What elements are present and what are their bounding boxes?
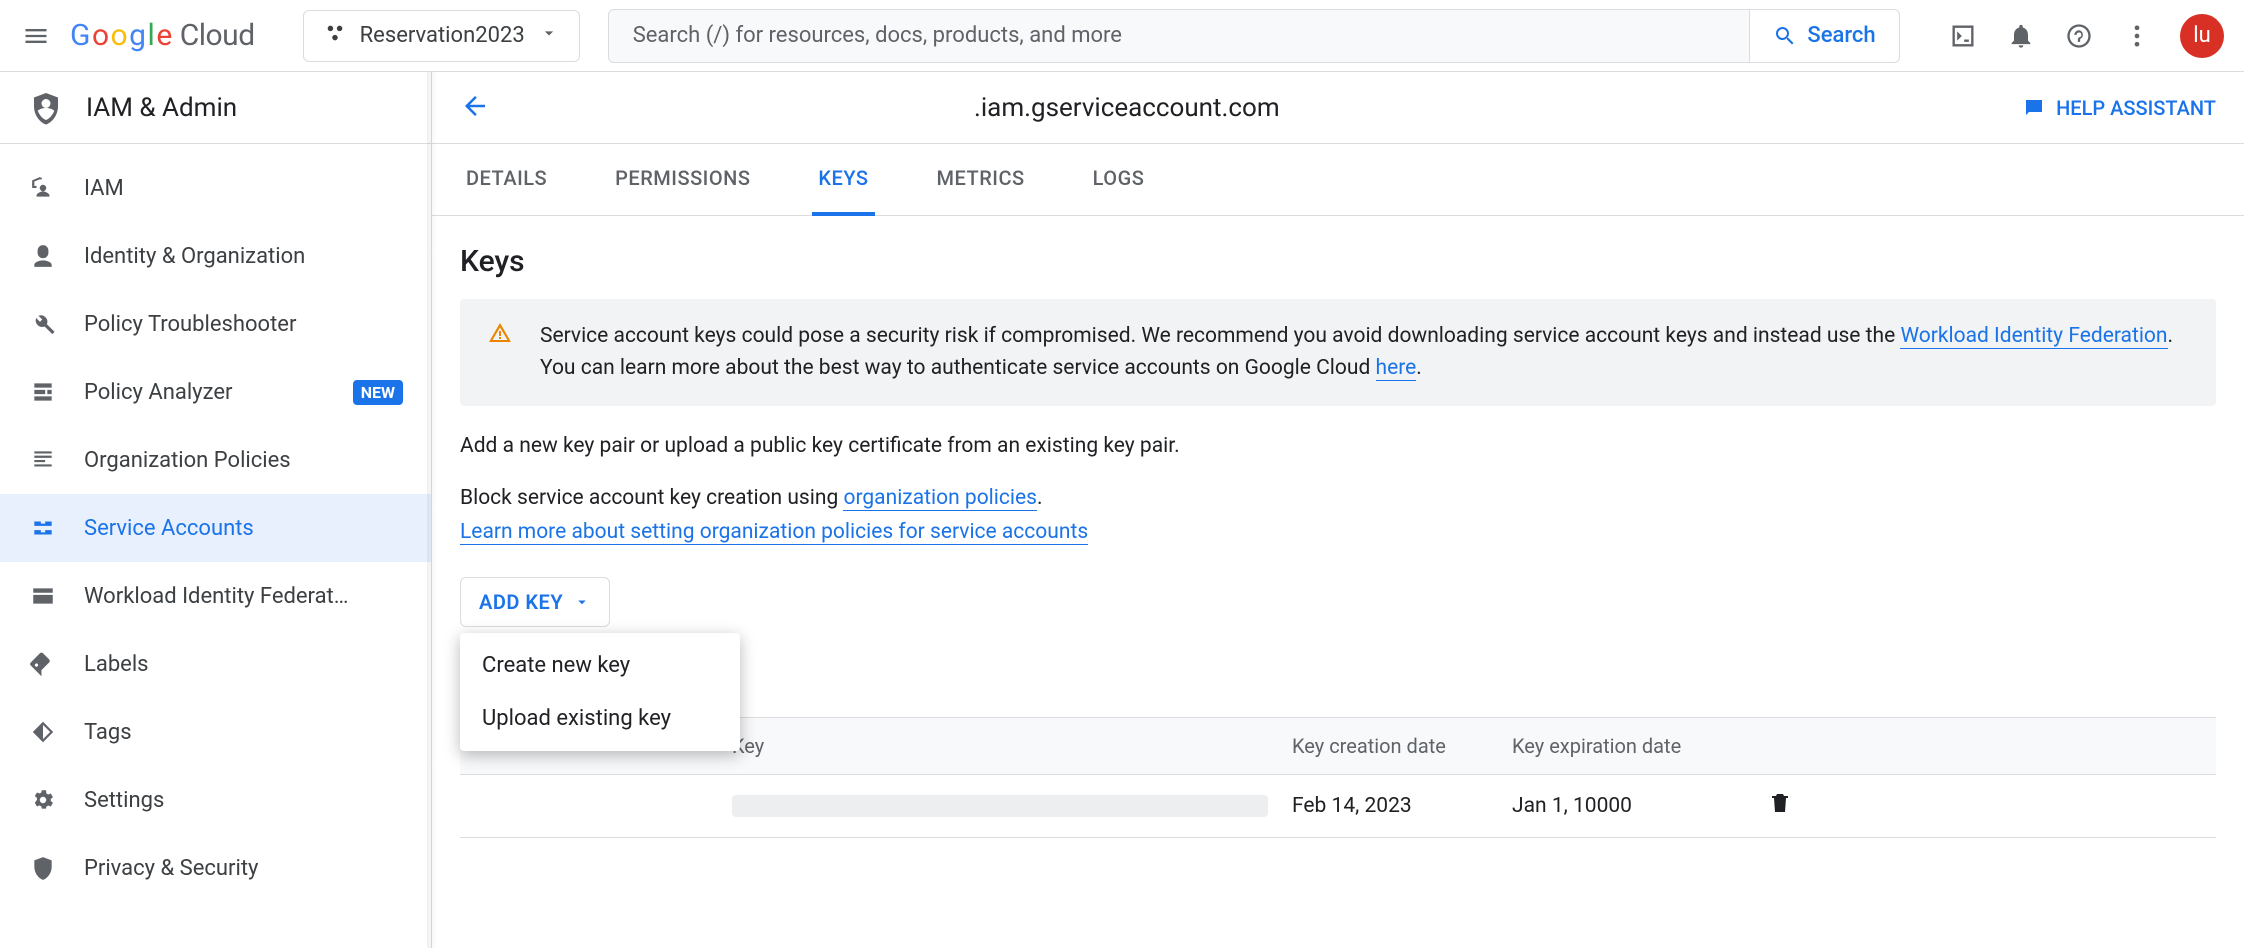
add-key-dropdown: Create new key Upload existing key: [460, 633, 740, 751]
warning-text: Service account keys could pose a securi…: [540, 321, 2188, 384]
organization-policies-link[interactable]: organization policies: [843, 486, 1036, 511]
col-key-header: Key: [720, 718, 1280, 774]
sidebar-section-title[interactable]: IAM & Admin: [0, 72, 431, 144]
search-input[interactable]: Search (/) for resources, docs, products…: [608, 9, 1750, 63]
trash-icon: [1768, 791, 1792, 815]
policy-links: Block service account key creation using…: [460, 482, 2216, 549]
more-icon[interactable]: [2122, 21, 2152, 51]
sidebar-item-privacy-security[interactable]: Privacy & Security: [0, 834, 431, 902]
sidebar-item-labels[interactable]: Labels: [0, 630, 431, 698]
tab-logs[interactable]: LOGS: [1087, 144, 1151, 216]
menu-icon[interactable]: [20, 20, 52, 52]
search-container: Search (/) for resources, docs, products…: [608, 9, 1900, 63]
search-button[interactable]: Search: [1750, 9, 1900, 63]
wrench-icon: [28, 311, 58, 337]
help-icon[interactable]: [2064, 21, 2094, 51]
identity-icon: [28, 243, 58, 269]
security-warning-banner: Service account keys could pose a securi…: [460, 299, 2216, 406]
keys-description: Add a new key pair or upload a public ke…: [460, 434, 2216, 458]
keys-heading: Keys: [460, 244, 2216, 279]
page-body: IAM & Admin IAM Identity & Organization …: [0, 72, 2244, 948]
tab-keys[interactable]: KEYS: [812, 144, 874, 216]
tag-icon: [28, 719, 58, 745]
cell-key: [720, 779, 1280, 833]
sidebar-item-workload-identity[interactable]: Workload Identity Federat…: [0, 562, 431, 630]
main-panel: .iam.gserviceaccount.com HELP ASSISTANT …: [432, 72, 2244, 948]
sidebar-item-settings[interactable]: Settings: [0, 766, 431, 834]
help-assistant-button[interactable]: HELP ASSISTANT: [2022, 96, 2216, 120]
new-badge: NEW: [353, 380, 403, 405]
label-icon: [28, 651, 58, 677]
notifications-icon[interactable]: [2006, 21, 2036, 51]
chat-icon: [2022, 96, 2046, 120]
sidebar-item-policy-troubleshooter[interactable]: Policy Troubleshooter: [0, 290, 431, 358]
top-utility-icons: lu: [1948, 14, 2224, 58]
sidebar-item-organization-policies[interactable]: Organization Policies: [0, 426, 431, 494]
sidebar-item-iam[interactable]: IAM: [0, 154, 431, 222]
google-cloud-logo[interactable]: Google Cloud: [70, 18, 255, 53]
sidebar-item-policy-analyzer[interactable]: Policy Analyzer NEW: [0, 358, 431, 426]
add-key-button[interactable]: ADD KEY: [460, 577, 610, 627]
cell-created: Feb 14, 2023: [1280, 778, 1500, 834]
project-selector[interactable]: Reservation2023: [303, 10, 580, 62]
redacted-key-id: [732, 795, 1268, 817]
table-row: Feb 14, 2023 Jan 1, 10000: [460, 775, 2216, 838]
gear-icon: [28, 787, 58, 813]
org-policies-icon: [28, 447, 58, 473]
back-button[interactable]: [460, 91, 490, 125]
sidebar-item-identity[interactable]: Identity & Organization: [0, 222, 431, 290]
menu-create-new-key[interactable]: Create new key: [460, 639, 740, 692]
user-avatar[interactable]: lu: [2180, 14, 2224, 58]
cloud-shell-icon[interactable]: [1948, 21, 1978, 51]
col-created-header: Key creation date: [1280, 718, 1500, 774]
redacted-account-prefix: [510, 96, 970, 120]
analyzer-icon: [28, 379, 58, 405]
search-placeholder: Search (/) for resources, docs, products…: [633, 23, 1122, 48]
service-accounts-icon: [28, 515, 58, 541]
page-header: .iam.gserviceaccount.com HELP ASSISTANT: [432, 72, 2244, 144]
cell-status: [460, 790, 720, 822]
menu-upload-existing-key[interactable]: Upload existing key: [460, 692, 740, 745]
page-title: .iam.gserviceaccount.com: [510, 93, 1280, 123]
dropdown-caret-icon: [573, 593, 591, 611]
project-name: Reservation2023: [360, 23, 525, 48]
top-bar: Google Cloud Reservation2023 Search (/) …: [0, 0, 2244, 72]
project-icon: [324, 22, 346, 50]
shield-icon: [28, 855, 58, 881]
iam-admin-icon: [28, 90, 64, 126]
sidebar-item-tags[interactable]: Tags: [0, 698, 431, 766]
learn-org-policies-link[interactable]: Learn more about setting organization po…: [460, 520, 1088, 545]
sidebar: IAM & Admin IAM Identity & Organization …: [0, 72, 432, 948]
sidebar-nav: IAM Identity & Organization Policy Troub…: [0, 144, 431, 948]
workload-icon: [28, 583, 58, 609]
delete-key-button[interactable]: [1740, 775, 1820, 837]
chevron-down-icon: [539, 23, 559, 49]
tab-permissions[interactable]: PERMISSIONS: [609, 144, 756, 216]
cell-expires: Jan 1, 10000: [1500, 778, 1740, 834]
tab-metrics[interactable]: METRICS: [931, 144, 1031, 216]
sidebar-item-service-accounts[interactable]: Service Accounts: [0, 494, 431, 562]
warning-icon: [488, 321, 512, 356]
content-area: Keys Service account keys could pose a s…: [432, 216, 2244, 948]
search-icon: [1773, 24, 1797, 48]
col-actions-header: [1740, 718, 1820, 774]
workload-identity-link[interactable]: Workload Identity Federation: [1900, 324, 2167, 349]
iam-icon: [28, 175, 58, 201]
tab-details[interactable]: DETAILS: [460, 144, 553, 216]
tab-bar: DETAILS PERMISSIONS KEYS METRICS LOGS: [432, 144, 2244, 216]
learn-more-here-link[interactable]: here: [1376, 356, 1417, 381]
col-expires-header: Key expiration date: [1500, 718, 1740, 774]
